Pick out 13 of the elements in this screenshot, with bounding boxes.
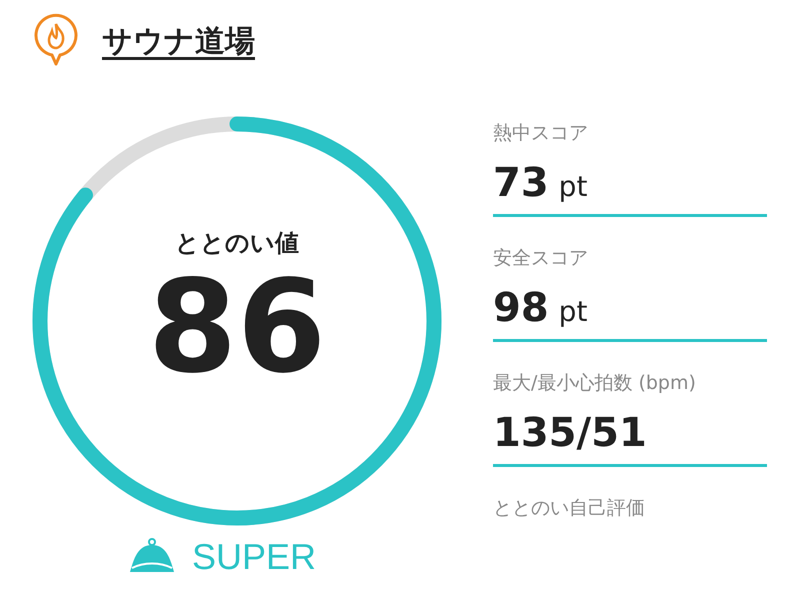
metric-unit: pt <box>558 295 588 328</box>
metric-label: ととのい自己評価 <box>493 496 646 521</box>
metric-value: 135/51 <box>493 410 647 456</box>
metric-label: 安全スコア <box>493 246 589 271</box>
gauge-label: ととのい値 <box>175 228 299 259</box>
app-title: サウナ道場 <box>102 22 255 60</box>
metric-label: 熱中スコア <box>493 121 589 146</box>
metric-label: 最大/最小心拍数 (bpm) <box>493 371 697 396</box>
metric-value: 98 <box>493 285 549 331</box>
rating-text: SUPER <box>192 539 316 575</box>
gauge-value: 86 <box>148 260 326 396</box>
metric-value: 73 <box>493 160 549 206</box>
metric-unit: pt <box>558 170 588 203</box>
